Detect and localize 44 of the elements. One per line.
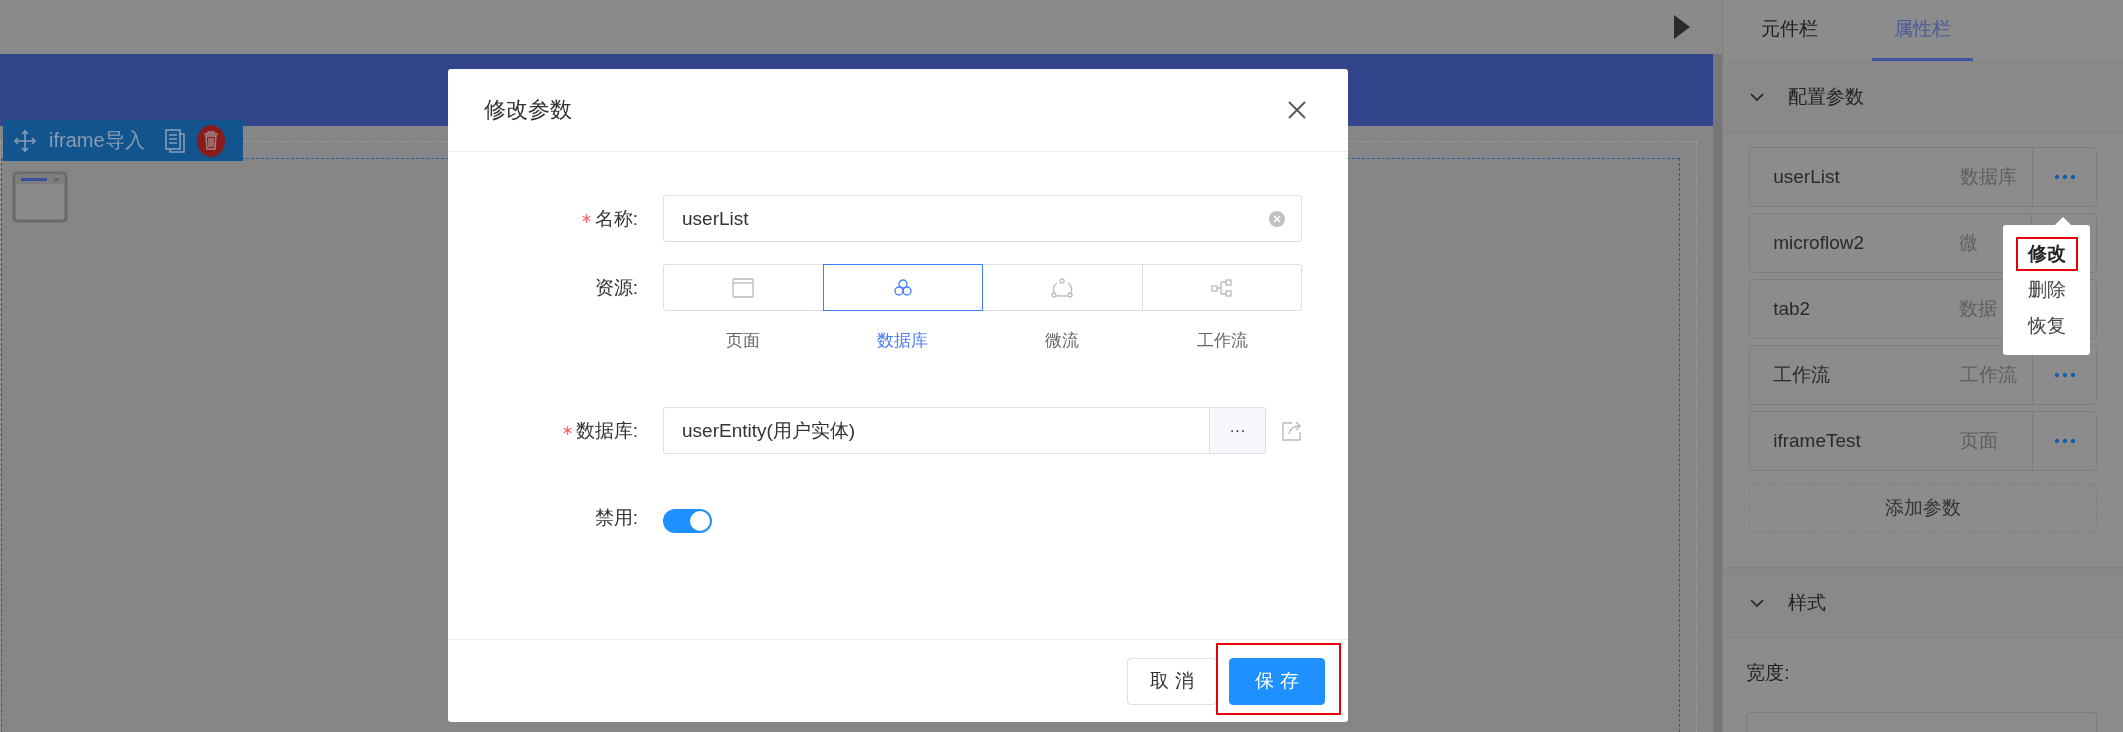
source-label: 数据库 xyxy=(876,330,930,352)
database-field[interactable]: userEntity(用户实体) xyxy=(663,407,1210,454)
component-name: iframe导入 xyxy=(49,128,145,153)
menu-item[interactable]: 修改 xyxy=(2015,237,2078,271)
source-label: 页面 xyxy=(724,330,761,352)
source-label: 工作流 xyxy=(1195,330,1249,352)
copy-icon[interactable] xyxy=(164,128,185,153)
more-icon xyxy=(2053,372,2076,378)
cycle-icon xyxy=(1051,277,1074,298)
source-option[interactable] xyxy=(822,264,983,311)
field-label: 宽度: xyxy=(1746,661,1791,685)
cancel-button[interactable]: 取消 xyxy=(1127,657,1217,705)
more-icon xyxy=(2053,174,2076,180)
circles-icon xyxy=(892,278,913,297)
panel-tab[interactable]: 元件栏 xyxy=(1739,0,1841,61)
field-label: 数据库: xyxy=(575,418,638,443)
more-icon xyxy=(2053,438,2076,444)
section-title: 样式 xyxy=(1788,591,1827,615)
param-name: iframeTest xyxy=(1773,430,1862,452)
field-label: 资源: xyxy=(594,275,638,300)
tree-icon xyxy=(1210,277,1233,298)
param-name: userList xyxy=(1773,166,1841,188)
window-icon xyxy=(732,277,755,298)
move-icon[interactable] xyxy=(13,128,37,153)
param-name: microflow2 xyxy=(1773,232,1865,254)
external-link-icon[interactable] xyxy=(1282,420,1302,441)
add-param-button[interactable]: 添加参数 xyxy=(1749,484,2097,532)
trash-icon[interactable] xyxy=(196,124,225,157)
param-name: 工作流 xyxy=(1773,363,1832,387)
browse-button[interactable]: ··· xyxy=(1210,407,1266,454)
name-field[interactable]: userList xyxy=(663,195,1302,242)
section-title: 配置参数 xyxy=(1788,85,1865,109)
source-label: 微流 xyxy=(1044,330,1081,352)
field-label: 名称: xyxy=(594,206,638,231)
close-icon[interactable] xyxy=(1288,101,1306,119)
toggle-switch[interactable] xyxy=(663,508,712,533)
scrollbar[interactable] xyxy=(1713,54,1723,732)
window-icon xyxy=(12,171,68,223)
field-label: 禁用: xyxy=(594,505,638,530)
dialog-title: 修改参数 xyxy=(484,96,572,124)
param-name: tab2 xyxy=(1773,298,1812,320)
save-button[interactable]: 保存 xyxy=(1229,657,1325,705)
clear-icon[interactable] xyxy=(1269,210,1285,227)
play-icon[interactable] xyxy=(1674,15,1691,39)
